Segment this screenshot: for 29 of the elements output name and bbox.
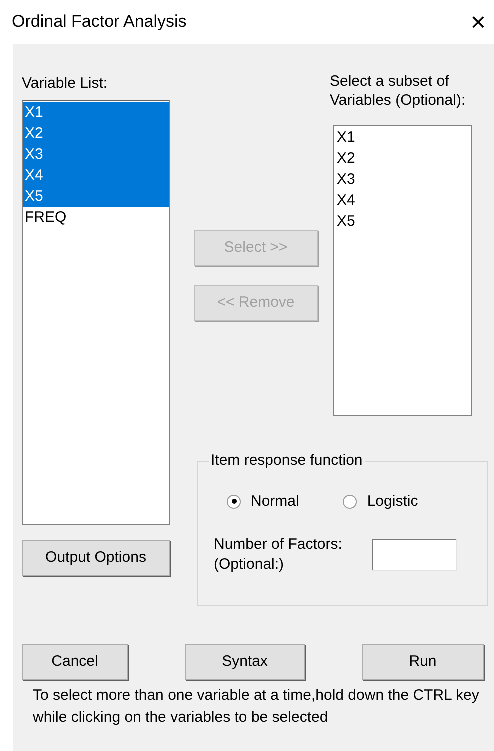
radio-label: Logistic — [367, 492, 418, 512]
close-button[interactable]: × — [466, 9, 490, 35]
list-item[interactable]: X4 — [23, 165, 169, 186]
list-item[interactable]: FREQ — [23, 207, 169, 228]
list-item[interactable]: X4 — [334, 190, 471, 211]
list-item[interactable]: X5 — [334, 211, 471, 232]
hint-text: To select more than one variable at a time,hold down the CTRL key while clicking on the variables to be selected — [32, 686, 480, 728]
variable-listbox[interactable]: X1 X2 X3 X4 X5 FREQ — [22, 100, 170, 525]
list-item[interactable]: X5 — [23, 186, 169, 207]
list-item[interactable]: X3 — [334, 169, 471, 190]
list-item[interactable]: X1 — [23, 102, 169, 123]
group-title: Item response function — [210, 451, 364, 471]
list-item[interactable]: X2 — [334, 148, 471, 169]
radio-label: Normal — [251, 492, 300, 512]
list-item[interactable]: X1 — [334, 127, 471, 148]
list-item[interactable]: X2 — [23, 123, 169, 144]
field-label: Number of Factors: (Optional:) — [214, 535, 344, 575]
list-label: Select a subset of Variables (Optional): — [330, 72, 467, 111]
dialog-button[interactable]: Run — [362, 644, 484, 680]
output-options-button[interactable]: Output Options — [22, 540, 170, 576]
dialog-button[interactable]: Syntax — [185, 644, 305, 680]
radio-button[interactable] — [343, 494, 358, 509]
subset-listbox[interactable]: X1 X2 X3 X4 X5 — [333, 125, 472, 416]
window-title: Ordinal Factor Analysis — [12, 11, 187, 34]
dialog-button[interactable]: Cancel — [22, 644, 128, 680]
list-label: Variable List: — [22, 74, 109, 94]
input-field[interactable] — [372, 539, 457, 571]
radio-button[interactable] — [227, 494, 241, 509]
list-item[interactable]: X3 — [23, 144, 169, 165]
